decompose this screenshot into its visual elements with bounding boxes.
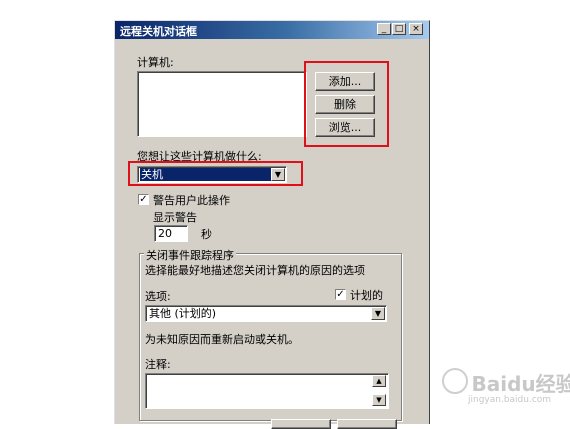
planned-checkbox[interactable]: ✓	[335, 289, 346, 300]
scroll-up-icon[interactable]: ▲	[372, 375, 386, 387]
reason-combobox[interactable]: 其他 (计划的) ▼	[145, 305, 387, 322]
watermark-text: Baidu经验	[472, 372, 570, 396]
action-selected-value: 关机	[140, 168, 271, 181]
event-tracker-group-label: 关闭事件跟踪程序	[144, 247, 236, 263]
comment-textarea[interactable]: ▲ ▼	[145, 373, 389, 409]
browse-button[interactable]: 浏览...	[315, 118, 375, 137]
scroll-down-icon[interactable]: ▼	[372, 394, 386, 406]
planned-checkbox-label: 计划的	[350, 287, 383, 303]
title-bar[interactable]: 远程关机对话框 _ □ ×	[115, 21, 429, 39]
add-button[interactable]: 添加...	[315, 72, 375, 91]
action-combobox[interactable]: 关机 ▼	[137, 166, 287, 183]
window-title: 远程关机对话框	[120, 23, 197, 39]
watermark-subtext: jingyan.baidu.com	[442, 395, 570, 405]
minimize-button[interactable]: _	[377, 23, 391, 35]
delete-button[interactable]: 删除	[315, 95, 375, 114]
maximize-button[interactable]: □	[392, 23, 406, 35]
warning-seconds-input[interactable]: 20	[154, 225, 188, 242]
seconds-unit-label: 秒	[201, 226, 212, 242]
display-warning-label: 显示警告	[153, 209, 197, 225]
chevron-down-icon[interactable]: ▼	[371, 307, 385, 320]
computers-label: 计算机:	[137, 54, 174, 70]
baidu-watermark: Baidu经验 jingyan.baidu.com	[442, 368, 570, 405]
cancel-button-partial[interactable]	[337, 419, 397, 429]
warn-checkbox[interactable]: ✓	[138, 194, 149, 205]
warn-checkbox-label: 警告用户此操作	[153, 192, 230, 208]
warning-seconds-value: 20	[158, 227, 172, 240]
comment-label: 注释:	[145, 356, 171, 372]
chevron-down-icon[interactable]: ▼	[271, 168, 285, 181]
reason-selected-value: 其他 (计划的)	[149, 307, 216, 320]
close-button[interactable]: ×	[409, 23, 423, 35]
ok-button-partial[interactable]	[271, 419, 331, 429]
remote-shutdown-dialog: 远程关机对话框 _ □ × 计算机: 添加... 删除 浏览... 您想让这些计…	[114, 20, 430, 424]
event-tracker-description: 选择能最好地描述您关闭计算机的原因的选项	[145, 262, 365, 278]
paw-icon	[442, 368, 468, 394]
option-label: 选项:	[145, 288, 171, 304]
computers-listbox[interactable]	[137, 71, 307, 137]
reason-description: 为未知原因而重新启动或关机。	[145, 331, 299, 347]
